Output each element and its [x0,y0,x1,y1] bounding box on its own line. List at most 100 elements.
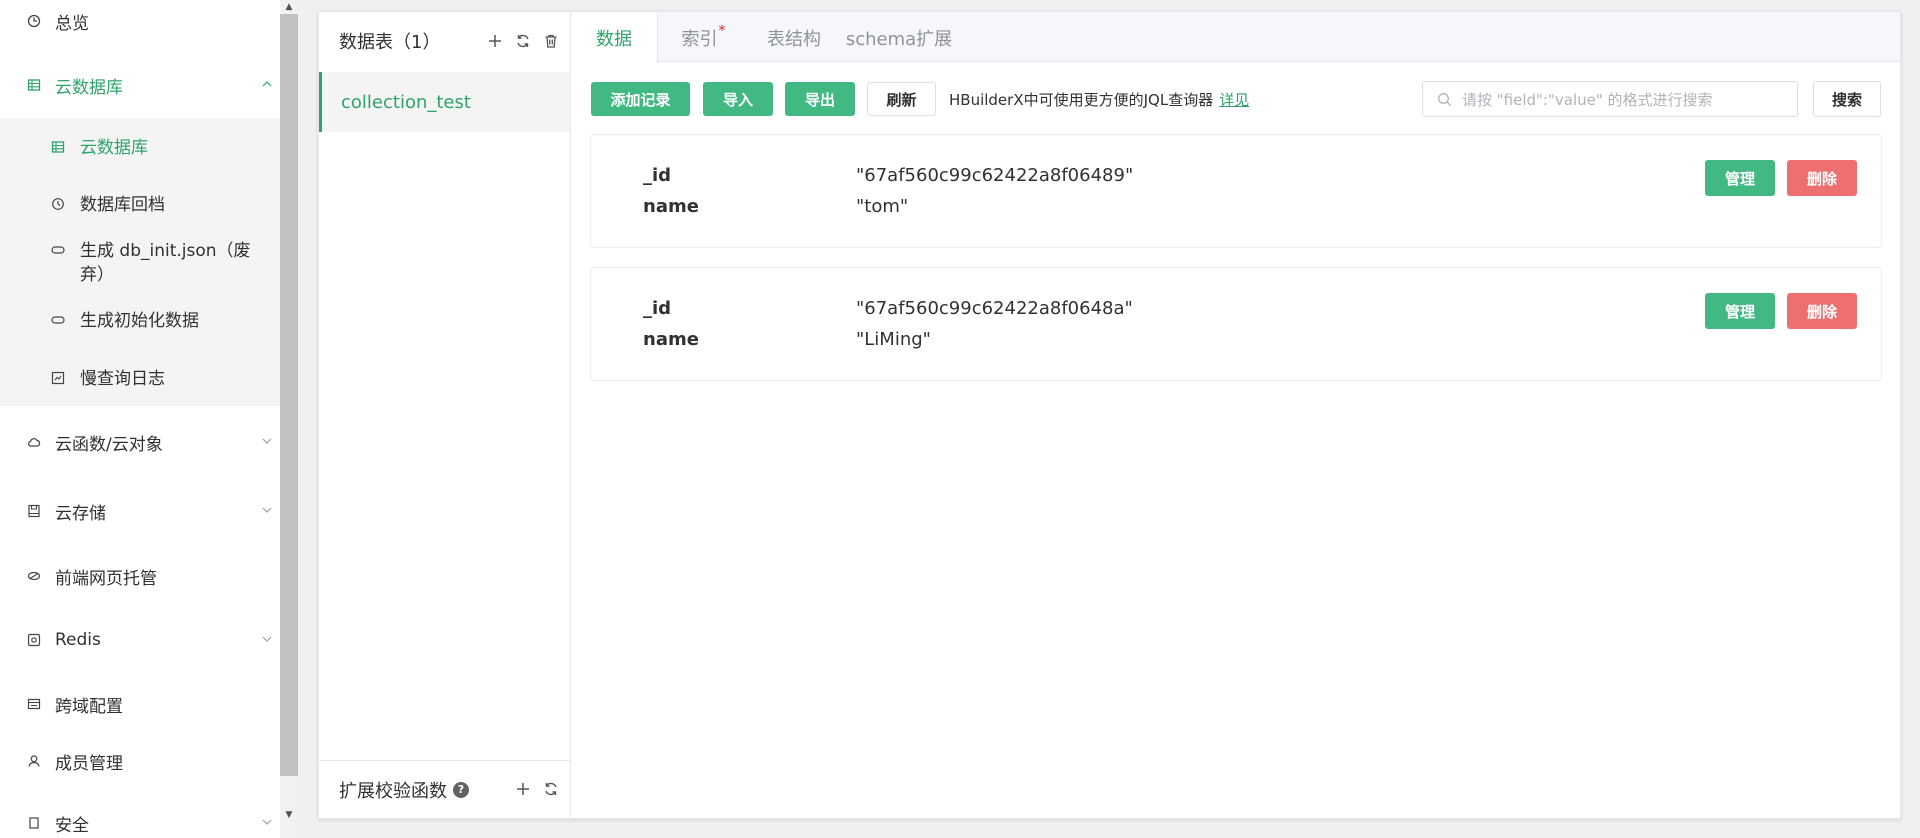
field-key: name [643,196,699,217]
link-icon [50,313,66,327]
collection-panel: 数据表（1） collection_test 扩展校验函数 ? [319,12,571,818]
chevron-up-icon [262,78,272,92]
required-star: * [718,22,726,39]
storage-icon [24,504,44,518]
chevron-down-icon [262,816,272,830]
search-placeholder: 请按 "field":"value" 的格式进行搜索 [1462,90,1713,109]
tab-label: 数据 [596,28,632,50]
nav-item-security[interactable]: 安全 [0,803,280,838]
chevron-down-icon [262,435,272,449]
field-value: "67af560c99c62422a8f0648a" [856,298,1133,319]
database-icon [24,78,44,92]
manage-button[interactable]: 管理 [1705,293,1775,329]
manage-button[interactable]: 管理 [1705,160,1775,196]
add-icon[interactable] [514,780,532,798]
cors-icon [24,697,44,711]
link-icon [50,243,66,257]
submenu-item-db-rollback[interactable]: 数据库回档 [0,193,280,217]
help-icon[interactable]: ? [453,781,469,798]
extension-validation-footer: 扩展校验函数 ? [319,760,570,818]
trash-icon[interactable] [542,32,560,50]
scroll-down-arrow-icon[interactable]: ▼ [280,808,298,822]
nav-item-label: 跨域配置 [55,696,123,717]
submenu-item-label: 云数据库 [80,138,148,158]
delete-label: 删除 [1806,169,1837,188]
export-button[interactable]: 导出 [785,82,855,116]
refresh-button[interactable]: 刷新 [867,82,936,116]
tab-label: 表结构 [767,28,821,50]
nav-item-cloud-functions[interactable]: 云函数/云对象 [0,422,280,462]
import-label: 导入 [722,90,753,109]
submenu-item-label: 慢查询日志 [80,369,165,389]
submenu-item-cloud-db[interactable]: 云数据库 [0,136,280,160]
nav-item-label: 云存储 [55,503,106,524]
scroll-thumb[interactable] [280,14,298,776]
jql-hint-link[interactable]: 详见 [1219,89,1249,110]
field-key: _id [643,165,672,186]
sidebar-scrollbar[interactable]: ▲ ▼ [280,0,298,838]
tab-bar: 数据 索引 * 表结构 schema扩展 [571,12,1900,63]
export-label: 导出 [804,90,835,109]
jql-hint-text: HBuilderX中可使用更方便的JQL查询器 [949,90,1214,109]
tab-schema-extension[interactable]: schema扩展 [839,12,959,63]
search-button[interactable]: 搜索 [1813,81,1881,117]
extension-validation-label: 扩展校验函数 [339,780,447,802]
submenu-item-gen-init-data[interactable]: 生成初始化数据 [0,309,280,333]
nav-item-label: 总览 [55,13,89,34]
add-icon[interactable] [486,32,504,50]
delete-button[interactable]: 删除 [1787,293,1857,329]
field-value: "67af560c99c62422a8f06489" [856,165,1134,186]
search-input[interactable]: 请按 "field":"value" 的格式进行搜索 [1422,81,1798,117]
nav-item-label: 成员管理 [55,753,123,774]
redis-icon [24,633,44,647]
delete-button[interactable]: 删除 [1787,160,1857,196]
record-card: _id "67af560c99c62422a8f06489" name "tom… [590,134,1882,248]
log-icon [50,371,66,385]
collection-item[interactable]: collection_test [319,72,570,132]
dashboard-icon [24,14,44,28]
nav-item-label: Redis [55,630,101,650]
import-button[interactable]: 导入 [703,82,773,116]
manage-label: 管理 [1724,169,1755,188]
tab-schema[interactable]: 表结构 [749,12,839,63]
submenu-item-db-init[interactable]: 生成 db_init.json（废弃） [0,239,280,287]
tab-index[interactable]: 索引 * [658,12,749,63]
field-key: name [643,329,699,350]
nav-item-label: 云数据库 [55,77,123,98]
nav-item-label: 云函数/云对象 [55,434,163,455]
tab-label: 索引 [681,28,718,50]
nav-item-frontend-hosting[interactable]: 前端网页托管 [0,556,280,596]
nav-item-cloud-db[interactable]: 云数据库 [0,65,280,105]
submenu-item-slow-query-log[interactable]: 慢查询日志 [0,367,280,391]
search-icon [1437,92,1452,107]
nav-item-redis[interactable]: Redis [0,620,280,660]
field-value: "tom" [856,196,909,217]
nav-item-cors-config[interactable]: 跨域配置 [0,684,280,724]
chevron-down-icon [262,633,272,647]
scroll-up-arrow-icon[interactable]: ▲ [280,0,298,14]
main-panel: 数据表（1） collection_test 扩展校验函数 ? 数据 索引 * … [318,11,1901,819]
content-area: 数据 索引 * 表结构 schema扩展 添加记录 导入 导出 刷新 HBuild… [571,12,1900,818]
jql-hint: HBuilderX中可使用更方便的JQL查询器 详见 [949,82,1249,116]
submenu-item-label: 数据库回档 [80,195,165,215]
rollback-icon [50,197,66,211]
submenu-item-label: 生成初始化数据 [80,311,199,331]
chevron-down-icon [262,504,272,518]
refresh-icon[interactable] [514,32,532,50]
field-value: "LiMing" [856,329,931,350]
refresh-label: 刷新 [886,90,917,109]
nav-item-label: 安全 [55,815,89,836]
record-card: _id "67af560c99c62422a8f0648a" name "LiM… [590,267,1882,381]
refresh-icon[interactable] [542,780,560,798]
field-key: _id [643,298,672,319]
tab-data[interactable]: 数据 [571,12,658,63]
add-record-button[interactable]: 添加记录 [591,82,690,116]
tab-label: schema扩展 [845,28,953,50]
nav-item-overview[interactable]: 总览 [0,1,280,41]
nav-item-cloud-storage[interactable]: 云存储 [0,491,280,531]
nav-item-label: 前端网页托管 [55,568,157,589]
collection-item-label: collection_test [341,91,471,113]
delete-label: 删除 [1806,302,1837,321]
nav-item-member-management[interactable]: 成员管理 [0,741,280,781]
hosting-icon [24,569,44,583]
